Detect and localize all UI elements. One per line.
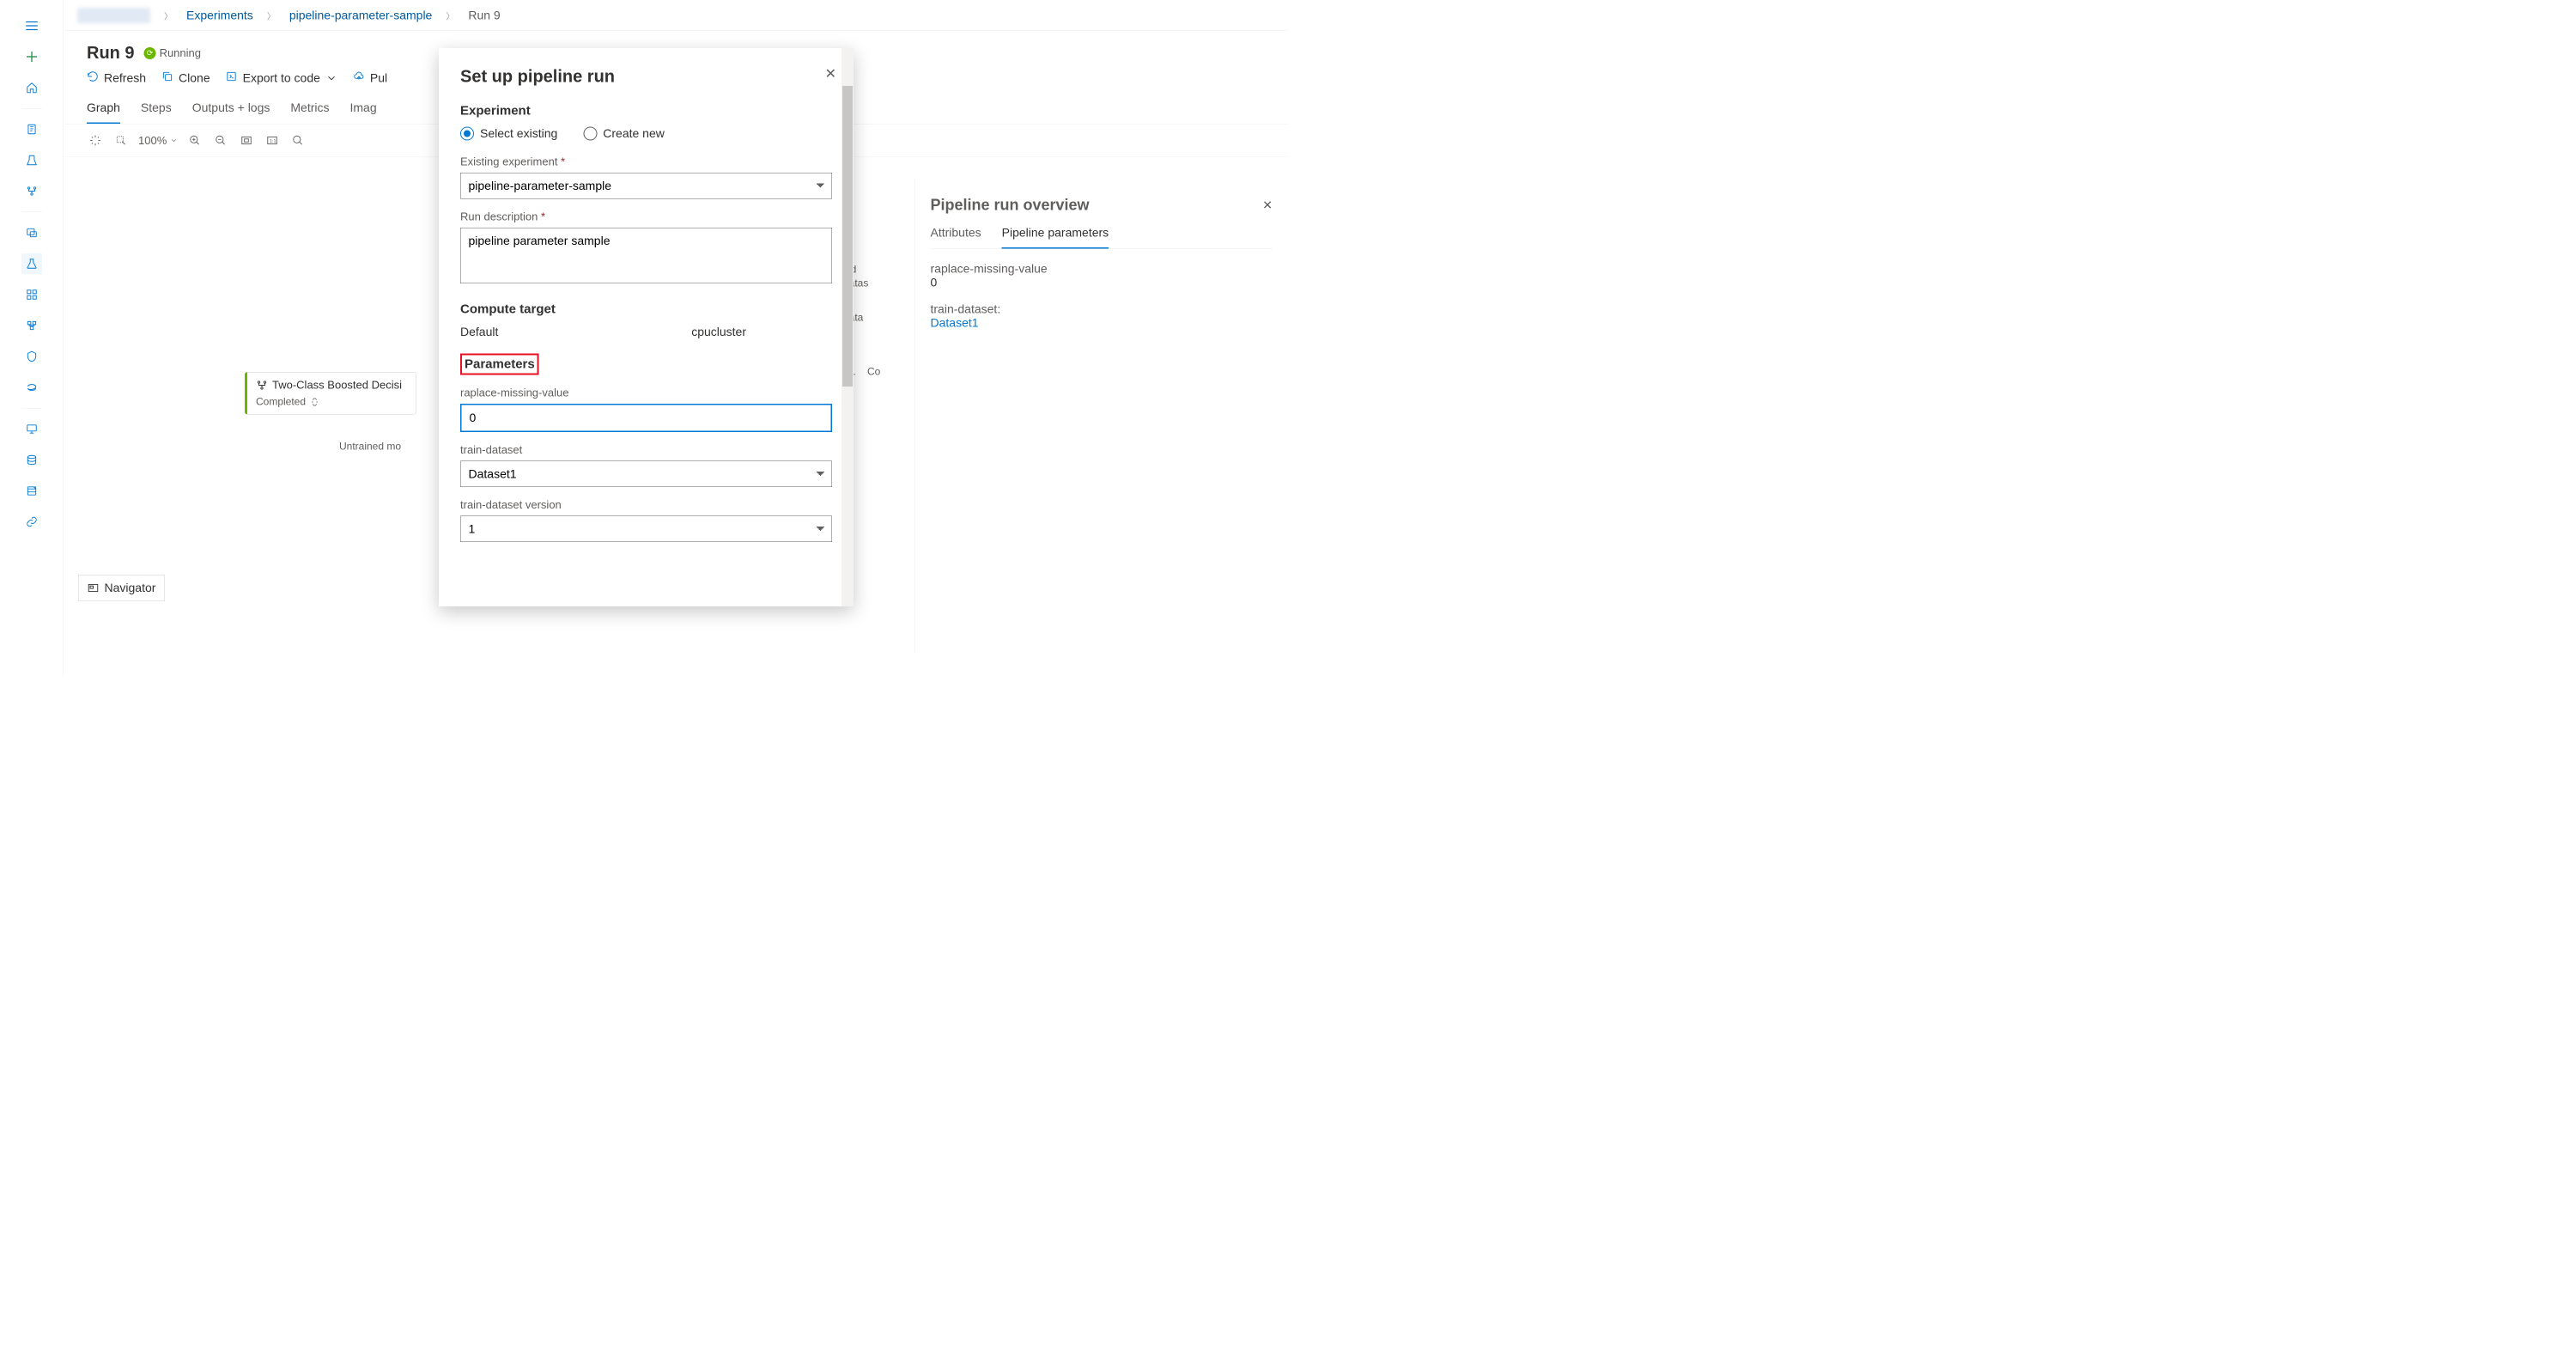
overview-tab-attributes[interactable]: Attributes: [931, 226, 981, 249]
partial-label: Co: [867, 366, 880, 378]
pipelines-icon[interactable]: [21, 284, 42, 305]
clone-button[interactable]: Clone: [161, 70, 210, 86]
tab-metrics[interactable]: Metrics: [290, 94, 329, 125]
status-text: Running: [160, 46, 201, 60]
run-description-label: Run description *: [460, 210, 832, 224]
graph-node-boosted-decision[interactable]: Two-Class Boosted Decisi Completed: [245, 372, 416, 415]
designer-icon[interactable]: [21, 181, 42, 202]
chevron-right-icon: 〉: [267, 9, 276, 22]
compute-icon[interactable]: [21, 419, 42, 440]
environments-icon[interactable]: [21, 377, 42, 398]
node-title: Two-Class Boosted Decisi: [272, 379, 402, 393]
endpoints-icon[interactable]: [21, 346, 42, 367]
breadcrumb: 〉 Experiments 〉 pipeline-parameter-sampl…: [77, 8, 501, 23]
running-status-icon: ⟳: [144, 47, 156, 59]
existing-experiment-label: Existing experiment *: [460, 155, 832, 169]
fit-icon[interactable]: [238, 132, 255, 149]
radio-icon: [460, 127, 474, 141]
home-icon[interactable]: [21, 77, 42, 98]
datasets-icon[interactable]: [21, 481, 42, 502]
datastores-icon[interactable]: [21, 450, 42, 471]
param-value: 0: [931, 276, 1273, 289]
publish-button[interactable]: Pul: [353, 70, 387, 86]
radio-select-existing[interactable]: Select existing: [460, 127, 557, 141]
node-status: Completed: [256, 396, 306, 408]
param-label: train-dataset:: [931, 302, 1273, 316]
left-nav-sidebar: [0, 0, 64, 676]
radio-label: Select existing: [480, 127, 557, 141]
dialog-title: Set up pipeline run: [460, 67, 832, 87]
close-icon[interactable]: ✕: [1262, 198, 1273, 212]
clone-label: Clone: [179, 71, 210, 85]
select-icon[interactable]: [112, 132, 130, 149]
zoom-level[interactable]: 100%: [138, 134, 178, 148]
zoom-out-icon[interactable]: [212, 132, 229, 149]
param-label: raplace-missing-value: [931, 262, 1273, 276]
chevron-down-icon: [325, 72, 337, 84]
data-labeling-icon[interactable]: [21, 222, 42, 243]
module-icon: [256, 379, 268, 391]
breadcrumb-current: Run 9: [468, 9, 500, 22]
radio-label: Create new: [603, 127, 665, 141]
svg-text:1:1: 1:1: [270, 139, 276, 144]
notebooks-icon[interactable]: [21, 119, 42, 140]
compute-value: cpucluster: [691, 326, 746, 339]
tab-images[interactable]: Imag: [350, 94, 377, 125]
param-value-link[interactable]: Dataset1: [931, 316, 1273, 330]
status-badge: ⟳ Running: [144, 46, 201, 60]
pan-icon[interactable]: [87, 132, 104, 149]
navigator-label: Navigator: [105, 582, 156, 595]
add-icon[interactable]: [21, 46, 42, 67]
param-train-dataset-version-select[interactable]: 1: [460, 516, 832, 543]
chevron-right-icon: 〉: [446, 9, 454, 22]
search-icon[interactable]: [289, 132, 307, 149]
close-icon[interactable]: ✕: [825, 65, 836, 82]
experiment-section-label: Experiment: [460, 104, 832, 119]
radio-create-new[interactable]: Create new: [583, 127, 665, 141]
param-train-dataset-version-label: train-dataset version: [460, 498, 832, 512]
tab-steps[interactable]: Steps: [141, 94, 172, 125]
overview-tabs: Attributes Pipeline parameters: [931, 226, 1273, 249]
hamburger-menu-icon[interactable]: [21, 15, 42, 36]
automl-icon[interactable]: [21, 150, 42, 171]
recycle-icon: [310, 398, 319, 407]
breadcrumb-pipeline[interactable]: pipeline-parameter-sample: [289, 9, 433, 22]
page-title: Run 9: [87, 44, 135, 64]
refresh-label: Refresh: [104, 71, 146, 85]
overview-tab-parameters[interactable]: Pipeline parameters: [1002, 226, 1109, 249]
linked-services-icon[interactable]: [21, 512, 42, 533]
scrollbar-thumb[interactable]: [842, 86, 853, 387]
compute-target-label: Compute target: [460, 302, 832, 317]
port-label: Untrained mo: [339, 441, 401, 453]
compute-default-label: Default: [460, 326, 498, 339]
navigator-button[interactable]: Navigator: [78, 575, 165, 601]
overview-panel: Pipeline run overview ✕ Attributes Pipel…: [914, 180, 1288, 653]
actual-size-icon[interactable]: 1:1: [264, 132, 281, 149]
existing-experiment-select[interactable]: pipeline-parameter-sample: [460, 173, 832, 199]
param-train-dataset-select[interactable]: Dataset1: [460, 461, 832, 488]
workspace-name-blurred: [77, 8, 150, 23]
setup-pipeline-run-dialog: ✕ Set up pipeline run Experiment Select …: [439, 48, 854, 606]
navigator-icon: [88, 582, 100, 594]
experiments-icon[interactable]: [21, 253, 42, 274]
zoom-in-icon[interactable]: [186, 132, 204, 149]
publish-label: Pul: [370, 71, 387, 85]
tab-graph[interactable]: Graph: [87, 94, 120, 125]
scrollbar[interactable]: [841, 48, 854, 606]
breadcrumb-experiments[interactable]: Experiments: [186, 9, 253, 22]
param-replace-missing-label: raplace-missing-value: [460, 387, 832, 400]
parameters-section-label: Parameters: [460, 354, 832, 375]
export-button[interactable]: Export to code: [226, 70, 337, 86]
chevron-right-icon: 〉: [164, 9, 173, 22]
param-replace-missing-input[interactable]: [460, 404, 832, 432]
export-label: Export to code: [243, 71, 320, 85]
run-description-input[interactable]: pipeline parameter sample: [460, 228, 832, 283]
tab-outputs[interactable]: Outputs + logs: [192, 94, 270, 125]
radio-icon: [583, 127, 597, 141]
param-train-dataset-label: train-dataset: [460, 443, 832, 457]
refresh-button[interactable]: Refresh: [87, 70, 146, 86]
models-icon[interactable]: [21, 315, 42, 336]
overview-title: Pipeline run overview: [931, 196, 1090, 214]
